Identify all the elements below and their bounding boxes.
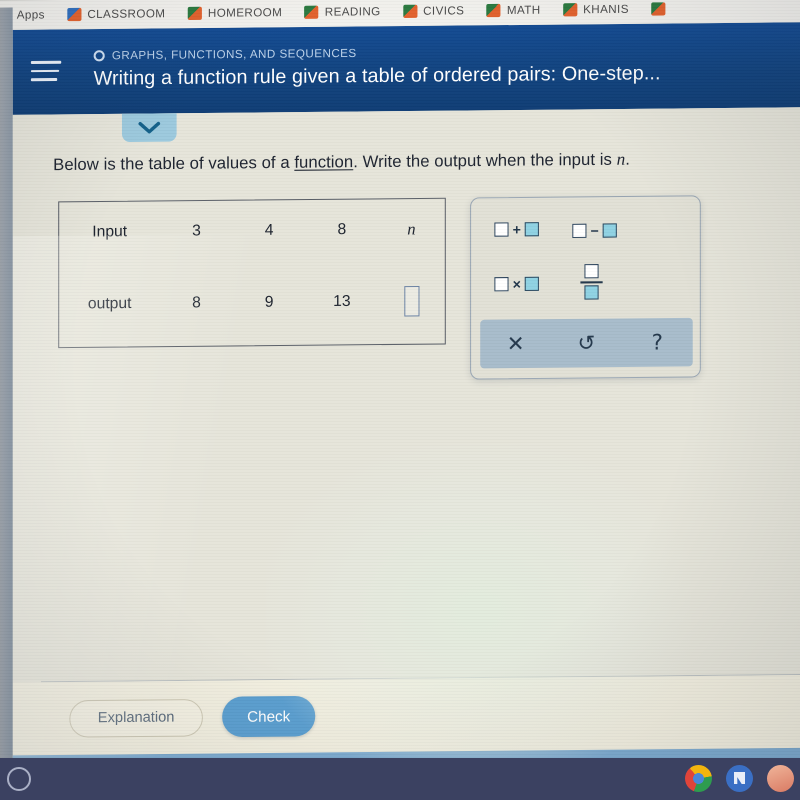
filled-square-icon xyxy=(524,222,540,237)
bookmark-item-homeroom[interactable]: HOMEROOM xyxy=(187,6,283,21)
undo-icon[interactable]: ↺ xyxy=(551,330,622,354)
output-value-3: 13 xyxy=(333,292,351,311)
addition-template-button[interactable]: + xyxy=(494,221,540,238)
empty-square-icon xyxy=(494,222,509,237)
answer-cell xyxy=(378,286,445,317)
bookmark-item-math[interactable]: MATH xyxy=(486,3,541,18)
bookmark-label: READING xyxy=(324,5,381,19)
bookmark-label: CLASSROOM xyxy=(87,7,166,21)
desktop-left-edge xyxy=(0,7,13,800)
app-header: GRAPHS, FUNCTIONS, AND SEQUENCES Writing… xyxy=(12,22,800,115)
chrome-icon[interactable] xyxy=(685,765,712,792)
row-header-output: output xyxy=(87,294,132,313)
math-keypad-panel: + − × ✕ ↺ ? xyxy=(470,195,701,380)
app-blue-icon[interactable] xyxy=(726,765,753,792)
page-title: Writing a function rule given a table of… xyxy=(93,61,661,90)
progress-circle-icon xyxy=(93,50,105,62)
function-glossary-link[interactable]: function xyxy=(294,153,353,172)
bookmark-label: HOMEROOM xyxy=(207,6,283,20)
bookmark-folder-icon xyxy=(486,3,501,18)
numerator-square-icon xyxy=(584,264,599,279)
check-button[interactable]: Check xyxy=(222,695,316,738)
bookmark-folder-icon xyxy=(304,5,319,19)
app-peach-icon[interactable] xyxy=(767,765,794,792)
row-header-input: Input xyxy=(92,223,128,241)
fraction-bar-icon xyxy=(580,280,603,284)
photographed-screen: Apps CLASSROOM HOMEROOM READING CIVICS M… xyxy=(0,0,800,800)
input-value-1: 3 xyxy=(192,222,201,240)
table-row: output 8 9 13 xyxy=(59,286,445,320)
header-text-group: GRAPHS, FUNCTIONS, AND SEQUENCES Writing… xyxy=(93,44,661,90)
chevron-down-icon[interactable] xyxy=(121,113,177,143)
output-value-1: 8 xyxy=(192,294,201,312)
bookmark-folder-icon xyxy=(651,2,666,16)
explanation-button[interactable]: Explanation xyxy=(69,698,203,738)
filled-square-icon xyxy=(524,276,540,292)
question-text-part3: . xyxy=(625,150,630,169)
plus-operator: + xyxy=(512,221,521,238)
hamburger-menu-icon[interactable] xyxy=(30,60,62,82)
multiplication-template-button[interactable]: × xyxy=(494,275,540,293)
taskbar-app-icons xyxy=(685,765,794,792)
input-value-2: 4 xyxy=(264,221,274,239)
input-value-n: n xyxy=(407,219,416,239)
exercise-body: Below is the table of values of a functi… xyxy=(12,107,800,777)
empty-square-icon xyxy=(572,223,587,238)
bookmark-folder-icon xyxy=(562,3,578,17)
bookmark-label: MATH xyxy=(506,4,541,17)
bookmark-item-classroom[interactable]: CLASSROOM xyxy=(67,7,166,22)
times-operator: × xyxy=(512,275,521,293)
os-taskbar xyxy=(0,758,800,800)
answer-input[interactable] xyxy=(403,286,420,317)
question-text-part2: . Write the output when the input is xyxy=(353,150,617,172)
keypad-template-grid: + − × xyxy=(471,196,700,322)
bookmark-folder-icon xyxy=(67,7,82,22)
fraction-template-button[interactable] xyxy=(580,264,603,300)
bookmark-label: Apps xyxy=(16,8,45,22)
bookmark-item-civics[interactable]: CIVICS xyxy=(402,4,465,18)
bookmark-label: CIVICS xyxy=(423,4,465,18)
denominator-square-icon xyxy=(584,285,599,300)
input-value-3: 8 xyxy=(337,220,347,239)
close-icon[interactable]: ✕ xyxy=(480,331,551,355)
footer-actions: Explanation Check xyxy=(12,675,800,756)
bookmark-item-khanis[interactable]: KHANIS xyxy=(562,3,629,17)
aleks-app-window: GRAPHS, FUNCTIONS, AND SEQUENCES Writing… xyxy=(12,22,800,777)
question-mark-icon[interactable]: ? xyxy=(622,330,693,354)
minus-operator: − xyxy=(590,222,599,239)
filled-square-icon xyxy=(602,223,618,238)
launcher-circle-icon[interactable] xyxy=(7,767,31,791)
bookmark-item-reading[interactable]: READING xyxy=(304,5,381,19)
breadcrumb: GRAPHS, FUNCTIONS, AND SEQUENCES xyxy=(93,44,661,62)
question-prompt: Below is the table of values of a functi… xyxy=(53,149,630,175)
bookmark-folder-icon xyxy=(402,4,418,18)
output-value-2: 9 xyxy=(264,293,274,311)
table-row: Input 3 4 8 n xyxy=(59,219,445,243)
subtraction-template-button[interactable]: − xyxy=(572,222,618,239)
bookmark-item-overflow[interactable] xyxy=(651,2,666,16)
question-text-part1: Below is the table of values of a xyxy=(53,153,295,175)
keypad-toolbar: ✕ ↺ ? xyxy=(480,317,693,369)
empty-square-icon xyxy=(494,277,509,292)
breadcrumb-label: GRAPHS, FUNCTIONS, AND SEQUENCES xyxy=(111,47,357,62)
bookmark-folder-icon xyxy=(187,6,202,21)
bookmark-label: KHANIS xyxy=(583,3,629,16)
values-table: Input 3 4 8 n output 8 9 13 xyxy=(58,197,446,349)
